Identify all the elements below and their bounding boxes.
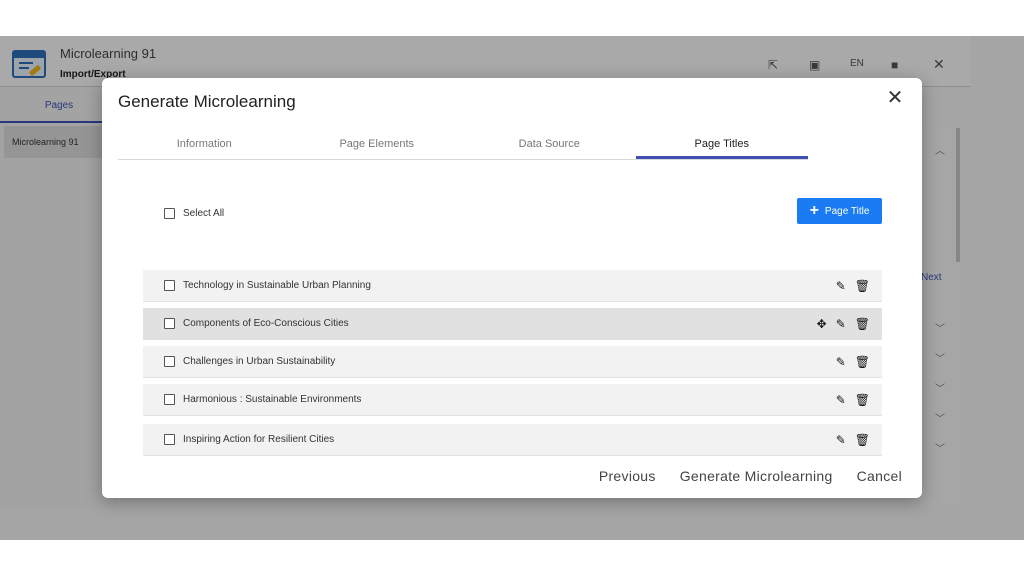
row-label: Harmonious : Sustainable Environments (183, 394, 362, 405)
edit-icon[interactable]: ✎ (836, 393, 846, 407)
delete-icon[interactable]: 🗑 (855, 279, 870, 293)
select-all[interactable]: Select All (164, 208, 224, 219)
delete-icon[interactable]: 🗑 (855, 317, 870, 331)
edit-icon[interactable]: ✎ (836, 317, 846, 331)
previous-button[interactable]: Previous (599, 468, 656, 484)
edit-icon[interactable]: ✎ (836, 355, 846, 369)
cancel-button[interactable]: Cancel (857, 468, 902, 484)
tab-information[interactable]: Information (118, 132, 291, 159)
add-page-title-button[interactable]: + Page Title (797, 198, 882, 224)
edit-icon[interactable]: ✎ (836, 433, 846, 447)
generate-microlearning-button[interactable]: Generate Microlearning (680, 468, 833, 484)
close-icon[interactable]: ✕ (884, 88, 906, 110)
edit-icon[interactable]: ✎ (836, 279, 846, 293)
page-title-row[interactable]: Challenges in Urban Sustainability ✎ 🗑 (143, 346, 882, 378)
row-label: Components of Eco-Conscious Cities (183, 318, 349, 329)
page-title-row[interactable]: Components of Eco-Conscious Cities ✥ ✎ 🗑 (143, 308, 882, 340)
row-checkbox[interactable] (164, 280, 175, 291)
move-icon[interactable]: ✥ (817, 317, 827, 331)
page-title-row[interactable]: Harmonious : Sustainable Environments ✎ … (143, 384, 882, 416)
row-label: Inspiring Action for Resilient Cities (183, 434, 335, 445)
tab-page-titles[interactable]: Page Titles (635, 132, 808, 159)
add-page-title-label: Page Title (824, 205, 870, 217)
delete-icon[interactable]: 🗑 (855, 393, 870, 407)
tab-data-source[interactable]: Data Source (463, 132, 636, 159)
plus-icon: + (809, 202, 819, 219)
tab-page-elements[interactable]: Page Elements (291, 132, 464, 159)
page-title-row[interactable]: Inspiring Action for Resilient Cities ✎ … (143, 424, 882, 456)
row-checkbox[interactable] (164, 318, 175, 329)
app-frame: Microlearning 91 Import/Export ⇱ ▣ EN ■ … (0, 36, 1024, 540)
row-label: Technology in Sustainable Urban Planning (183, 280, 371, 291)
dialog-title: Generate Microlearning (118, 92, 296, 111)
tab-bar: Information Page Elements Data Source Pa… (118, 132, 808, 160)
delete-icon[interactable]: 🗑 (855, 433, 870, 447)
row-checkbox[interactable] (164, 434, 175, 445)
row-label: Challenges in Urban Sustainability (183, 356, 336, 367)
select-all-label: Select All (183, 208, 225, 219)
row-checkbox[interactable] (164, 356, 175, 367)
row-checkbox[interactable] (164, 394, 175, 405)
generate-microlearning-dialog: Generate Microlearning ✕ Information Pag… (102, 78, 922, 498)
dialog-footer: Previous Generate Microlearning Cancel (575, 468, 902, 484)
select-all-checkbox[interactable] (164, 208, 175, 219)
page-title-row[interactable]: Technology in Sustainable Urban Planning… (143, 270, 882, 302)
delete-icon[interactable]: 🗑 (855, 355, 870, 369)
